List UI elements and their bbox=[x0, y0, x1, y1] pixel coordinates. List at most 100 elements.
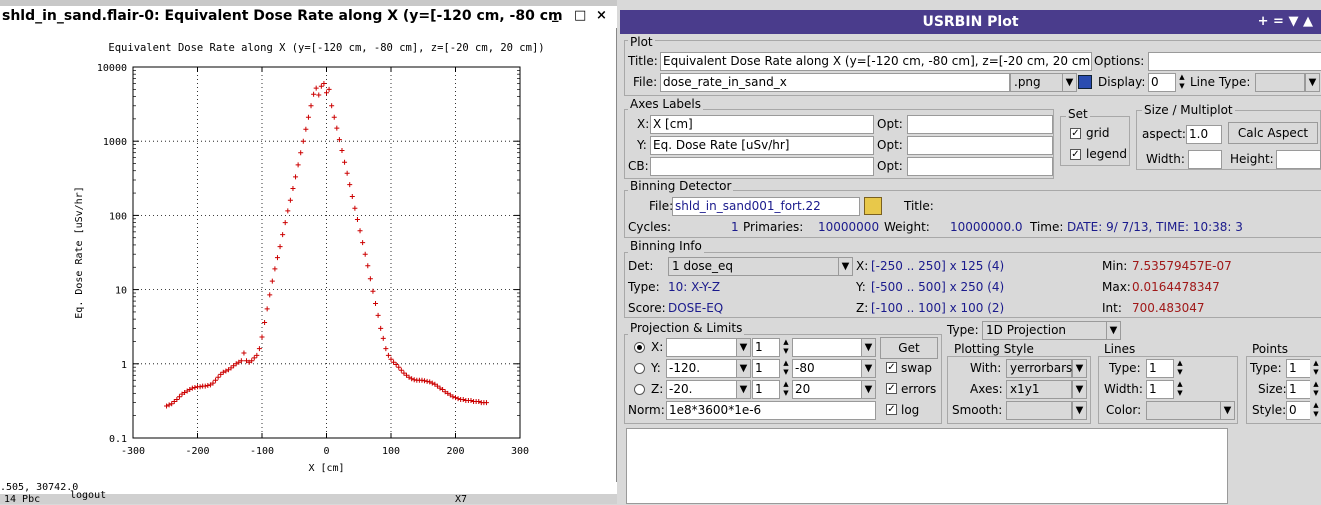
spin-arrows-icon[interactable]: ▲ ▼ bbox=[780, 338, 792, 357]
int-value: 700.483047 bbox=[1132, 301, 1205, 315]
spin-arrows-icon[interactable]: ▲ ▼ bbox=[1174, 359, 1186, 378]
data-point bbox=[308, 103, 314, 109]
x-tick-label: 100 bbox=[382, 446, 400, 457]
data-point bbox=[256, 346, 262, 352]
chevron-down-icon[interactable]: ▼ bbox=[861, 380, 876, 399]
spin-arrows-icon[interactable]: ▲ ▼ bbox=[1310, 401, 1321, 420]
height-input[interactable] bbox=[1276, 150, 1321, 169]
minimize-button[interactable]: _ bbox=[552, 8, 559, 23]
maximize-button[interactable]: □ bbox=[574, 8, 586, 23]
get-button[interactable]: Get bbox=[880, 337, 938, 359]
bin-x-value: [-250 .. 250] x 125 (4) bbox=[871, 259, 1005, 273]
spin-arrows-icon[interactable]: ▲ ▼ bbox=[1174, 380, 1186, 399]
options-input[interactable] bbox=[1148, 52, 1321, 71]
width-input[interactable] bbox=[1188, 150, 1222, 169]
z-radio[interactable] bbox=[634, 384, 645, 395]
norm-input[interactable]: 1e8*3600*1e-6 bbox=[666, 401, 876, 420]
log-checkbox[interactable]: ✓ bbox=[886, 404, 897, 415]
chevron-down-icon[interactable]: ▼ bbox=[1220, 401, 1235, 420]
spin-arrows-icon[interactable]: ▲ ▼ bbox=[780, 359, 792, 378]
chevron-down-icon[interactable]: ▼ bbox=[861, 338, 876, 357]
x-rebin-input[interactable]: 1 bbox=[752, 338, 780, 357]
point-type-spinner[interactable]: 1 bbox=[1286, 359, 1312, 378]
data-point bbox=[267, 292, 273, 298]
y-min-input[interactable]: -120. bbox=[666, 359, 738, 378]
chevron-down-icon[interactable]: ▼ bbox=[1305, 73, 1320, 92]
cb-axis-label-input[interactable] bbox=[650, 157, 874, 176]
projection-type-select[interactable]: 1D Projection bbox=[982, 321, 1108, 340]
title-controls[interactable]: + = ▼ ▲ bbox=[1258, 10, 1313, 34]
point-style-spinner[interactable]: 0 bbox=[1286, 401, 1312, 420]
y-opt-input[interactable] bbox=[907, 136, 1053, 155]
spin-arrows-icon[interactable]: ▲ ▼ bbox=[1310, 380, 1321, 399]
save-icon[interactable] bbox=[1078, 75, 1092, 89]
chevron-down-icon[interactable]: ▼ bbox=[1072, 401, 1087, 420]
output-textarea[interactable] bbox=[626, 428, 1228, 504]
chart-title: Equivalent Dose Rate along X (y=[-120 cm… bbox=[108, 42, 544, 54]
binning-info-group-label: Binning Info bbox=[628, 239, 704, 253]
chevron-down-icon[interactable]: ▼ bbox=[1072, 359, 1087, 378]
point-size-spinner[interactable]: 1 bbox=[1286, 380, 1312, 399]
legend-checkbox[interactable]: ✓ bbox=[1070, 149, 1081, 160]
chevron-down-icon[interactable]: ▼ bbox=[736, 338, 751, 357]
spin-arrows-icon[interactable]: ▲ ▼ bbox=[1176, 73, 1188, 92]
errors-checkbox[interactable]: ✓ bbox=[886, 383, 897, 394]
line-color-select[interactable] bbox=[1146, 401, 1222, 420]
weight-value: 10000000.0 bbox=[950, 220, 1023, 234]
detector-file-input[interactable]: shld_in_sand001_fort.22 bbox=[672, 197, 860, 216]
x-max-input[interactable] bbox=[792, 338, 862, 357]
x-radio[interactable] bbox=[634, 342, 645, 353]
usrbin-panel: USRBIN Plot + = ▼ ▲ Plot Title: Equivale… bbox=[620, 0, 1321, 504]
chevron-down-icon[interactable]: ▼ bbox=[736, 359, 751, 378]
z-rebin-input[interactable]: 1 bbox=[752, 380, 780, 399]
smooth-select[interactable] bbox=[1006, 401, 1072, 420]
x-opt-input[interactable] bbox=[907, 115, 1053, 134]
data-point bbox=[411, 377, 417, 383]
y-radio[interactable] bbox=[634, 363, 645, 374]
axes-select[interactable]: x1y1 bbox=[1006, 380, 1072, 399]
data-point bbox=[362, 251, 368, 257]
chevron-down-icon[interactable]: ▼ bbox=[1072, 380, 1087, 399]
with-select[interactable]: yerrorbars bbox=[1006, 359, 1072, 378]
chevron-down-icon[interactable]: ▼ bbox=[736, 380, 751, 399]
swap-checkbox[interactable]: ✓ bbox=[886, 362, 897, 373]
x-axis-label-input[interactable]: X [cm] bbox=[650, 115, 874, 134]
title-input[interactable]: Equivalent Dose Rate along X (y=[-120 cm… bbox=[660, 52, 1092, 71]
calc-aspect-button[interactable]: Calc Aspect bbox=[1228, 122, 1318, 144]
axes-labels-group-label: Axes Labels bbox=[628, 97, 704, 111]
detector-select[interactable]: 1 dose_eq bbox=[668, 257, 840, 276]
y-max-input[interactable]: -80 bbox=[792, 359, 862, 378]
usrbin-titlebar: USRBIN Plot + = ▼ ▲ bbox=[620, 10, 1321, 34]
y-rebin-input[interactable]: 1 bbox=[752, 359, 780, 378]
display-spinner[interactable]: 0 bbox=[1148, 73, 1176, 92]
data-point bbox=[357, 228, 363, 234]
data-point bbox=[192, 384, 198, 390]
grid-checkbox[interactable]: ✓ bbox=[1070, 128, 1081, 139]
close-button[interactable]: × bbox=[596, 8, 607, 23]
z-min-input[interactable]: -20. bbox=[666, 380, 738, 399]
chevron-down-icon[interactable]: ▼ bbox=[1062, 73, 1077, 92]
chevron-down-icon[interactable]: ▼ bbox=[861, 359, 876, 378]
chevron-down-icon[interactable]: ▼ bbox=[1106, 321, 1121, 340]
line-type-spinner[interactable]: 1 bbox=[1146, 359, 1174, 378]
file-label: File: bbox=[633, 75, 658, 89]
chevron-down-icon[interactable]: ▼ bbox=[838, 257, 853, 276]
y-tick-label: 1 bbox=[121, 360, 127, 371]
plot-file-input[interactable]: dose_rate_in_sand_x bbox=[660, 73, 1010, 92]
data-point bbox=[164, 403, 170, 409]
spin-arrows-icon[interactable]: ▲ ▼ bbox=[1310, 359, 1321, 378]
cb-opt-input[interactable] bbox=[907, 157, 1053, 176]
y-axis-label-input[interactable]: Eq. Dose Rate [uSv/hr] bbox=[650, 136, 874, 155]
linetype-select[interactable] bbox=[1255, 73, 1305, 92]
x-min-input[interactable] bbox=[666, 338, 738, 357]
bin-type-value: 10: X-Y-Z bbox=[668, 280, 721, 294]
plot-window-titlebar[interactable]: shld_in_sand.flair-0: Equivalent Dose Ra… bbox=[0, 6, 617, 28]
folder-icon[interactable] bbox=[864, 197, 882, 215]
z-max-input[interactable]: 20 bbox=[792, 380, 862, 399]
aspect-input[interactable]: 1.0 bbox=[1186, 125, 1222, 144]
spin-arrows-icon[interactable]: ▲ ▼ bbox=[780, 380, 792, 399]
line-width-spinner[interactable]: 1 bbox=[1146, 380, 1174, 399]
format-select[interactable]: .png bbox=[1010, 73, 1064, 92]
y-axis-label: Eq. Dose Rate [uSv/hr] bbox=[74, 186, 85, 318]
data-point bbox=[326, 86, 332, 92]
